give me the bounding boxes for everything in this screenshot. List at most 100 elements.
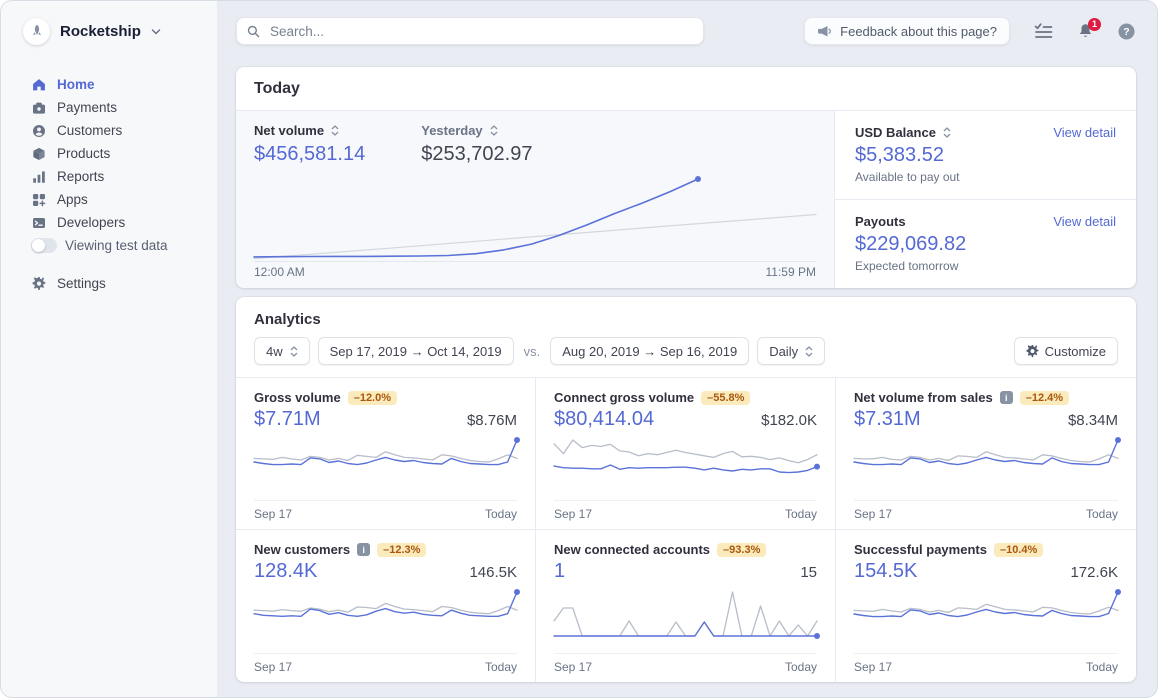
sort-carets-icon xyxy=(331,125,339,136)
sidebar-item-developers[interactable]: Developers xyxy=(31,211,217,234)
feedback-label: Feedback about this page? xyxy=(840,24,997,39)
granularity-select[interactable]: Daily xyxy=(757,337,825,365)
yesterday-selector[interactable]: Yesterday xyxy=(421,123,532,138)
tile-compare-value: $8.34M xyxy=(1068,412,1118,429)
usd-balance-selector[interactable]: USD Balance xyxy=(855,125,951,140)
test-data-toggle[interactable] xyxy=(31,238,57,253)
sidebar-item-payments[interactable]: Payments xyxy=(31,96,217,119)
payouts-label-text: Payouts xyxy=(855,214,906,229)
tile-compare-value: 146.5K xyxy=(469,564,517,581)
delta-badge: –12.4% xyxy=(1020,391,1069,405)
sidebar-item-apps[interactable]: Apps xyxy=(31,188,217,211)
notifications-button[interactable]: 1 xyxy=(1077,23,1094,40)
interval-value: 4w xyxy=(266,344,283,359)
analytics-title: Analytics xyxy=(236,297,1136,328)
granularity-value: Daily xyxy=(769,344,798,359)
megaphone-icon xyxy=(817,25,832,38)
tile-start-label: Sep 17 xyxy=(554,660,592,674)
reports-icon xyxy=(31,170,46,184)
tile-value: 154.5K xyxy=(854,560,917,583)
tile-new-connected-accounts: New connected accounts –93.3% 1 15 Sep 1… xyxy=(536,530,836,682)
delta-badge: –10.4% xyxy=(994,543,1043,557)
net-volume-from-sales-sparkline xyxy=(854,435,1118,487)
workspace-switcher[interactable]: Rocketship xyxy=(1,1,217,61)
payouts-label: Payouts xyxy=(855,214,906,229)
tile-end-label: Today xyxy=(1086,660,1118,674)
payments-icon xyxy=(31,101,46,115)
sidebar-nav: Home Payments Customers Products xyxy=(1,73,217,295)
sidebar-item-products[interactable]: Products xyxy=(31,142,217,165)
tile-compare-value: $8.76M xyxy=(467,412,517,429)
info-icon[interactable]: i xyxy=(357,543,370,556)
topbar-actions: Feedback about this page? 1 xyxy=(804,17,1135,45)
search-input[interactable] xyxy=(268,23,693,40)
help-button[interactable]: ? xyxy=(1118,23,1135,40)
sidebar-item-home[interactable]: Home xyxy=(31,73,217,96)
customize-label: Customize xyxy=(1045,344,1106,359)
net-volume-metric: Net volume $456,581.14 xyxy=(254,123,365,166)
analytics-controls: 4w Sep 17, 2019 → Oct 14, 2019 vs. Aug 2… xyxy=(236,328,1136,377)
app-window: Rocketship Home Payments xyxy=(0,0,1158,698)
customize-button[interactable]: Customize xyxy=(1014,337,1118,365)
test-data-label: Viewing test data xyxy=(65,238,168,253)
primary-date-range-button[interactable]: Sep 17, 2019 → Oct 14, 2019 xyxy=(318,337,514,365)
net-volume-selector[interactable]: Net volume xyxy=(254,123,365,138)
payouts-view-detail-link[interactable]: View detail xyxy=(1053,214,1116,229)
tile-label: New customers xyxy=(254,542,350,557)
sidebar-item-customers[interactable]: Customers xyxy=(31,119,217,142)
today-chart-axis: 12:00 AM 11:59 PM xyxy=(254,262,816,288)
tile-value: $7.71M xyxy=(254,408,321,431)
interval-select[interactable]: 4w xyxy=(254,337,310,365)
sort-carets-icon xyxy=(490,125,498,136)
sidebar: Rocketship Home Payments xyxy=(1,1,217,697)
vs-label: vs. xyxy=(524,344,541,359)
primary-date-range: Sep 17, 2019 → Oct 14, 2019 xyxy=(330,344,502,359)
svg-text:?: ? xyxy=(1123,26,1129,38)
compare-date-range-button[interactable]: Aug 20, 2019 → Sep 16, 2019 xyxy=(550,337,749,365)
yesterday-label: Yesterday xyxy=(421,123,482,138)
home-icon xyxy=(31,78,46,92)
main-area: Feedback about this page? 1 xyxy=(217,1,1157,697)
axis-start-label: 12:00 AM xyxy=(254,265,305,279)
tasks-button[interactable] xyxy=(1034,23,1053,39)
compare-date-range: Aug 20, 2019 → Sep 16, 2019 xyxy=(562,344,737,359)
search-bar[interactable] xyxy=(236,17,704,45)
tile-start-label: Sep 17 xyxy=(854,660,892,674)
tile-label: Connect gross volume xyxy=(554,390,694,405)
tile-label: Gross volume xyxy=(254,390,341,405)
gear-icon xyxy=(1026,345,1039,358)
tile-gross-volume: Gross volume –12.0% $7.71M $8.76M Sep 17… xyxy=(236,378,536,530)
notification-badge: 1 xyxy=(1088,18,1101,31)
sort-carets-icon xyxy=(290,346,298,357)
tile-connect-gross-volume: Connect gross volume –55.8% $80,414.04 $… xyxy=(536,378,836,530)
sidebar-item-label: Reports xyxy=(57,169,104,184)
tile-label: Net volume from sales xyxy=(854,390,993,405)
feedback-button[interactable]: Feedback about this page? xyxy=(804,17,1010,45)
sidebar-item-settings[interactable]: Settings xyxy=(31,272,217,295)
today-net-volume-chart xyxy=(254,174,816,262)
info-icon[interactable]: i xyxy=(1000,391,1013,404)
sidebar-item-label: Products xyxy=(57,146,110,161)
usd-balance-panel: USD Balance View detail $5,383.52 Availa… xyxy=(835,111,1136,199)
payouts-panel: Payouts View detail $229,069.82 Expected… xyxy=(835,199,1136,288)
yesterday-metric: Yesterday $253,702.97 xyxy=(421,123,532,166)
new-customers-sparkline xyxy=(254,587,517,639)
delta-badge: –55.8% xyxy=(701,391,750,405)
successful-payments-sparkline xyxy=(854,587,1118,639)
search-icon xyxy=(247,25,260,38)
sidebar-item-label: Customers xyxy=(57,123,122,138)
sort-carets-icon xyxy=(943,127,951,138)
yesterday-value: $253,702.97 xyxy=(421,143,532,166)
tile-value: 1 xyxy=(554,560,565,583)
net-volume-value: $456,581.14 xyxy=(254,143,365,166)
analytics-card: Analytics 4w Sep 17, 2019 → Oct 14, 2019… xyxy=(236,297,1136,682)
sort-carets-icon xyxy=(805,346,813,357)
tile-end-label: Today xyxy=(485,507,517,521)
payouts-value: $229,069.82 xyxy=(855,233,1116,256)
tile-compare-value: 172.6K xyxy=(1070,564,1118,581)
tile-net-volume-from-sales: Net volume from sales i –12.4% $7.31M $8… xyxy=(836,378,1136,530)
net-volume-label: Net volume xyxy=(254,123,324,138)
sidebar-item-reports[interactable]: Reports xyxy=(31,165,217,188)
usd-balance-view-detail-link[interactable]: View detail xyxy=(1053,125,1116,140)
apps-icon xyxy=(31,193,46,207)
